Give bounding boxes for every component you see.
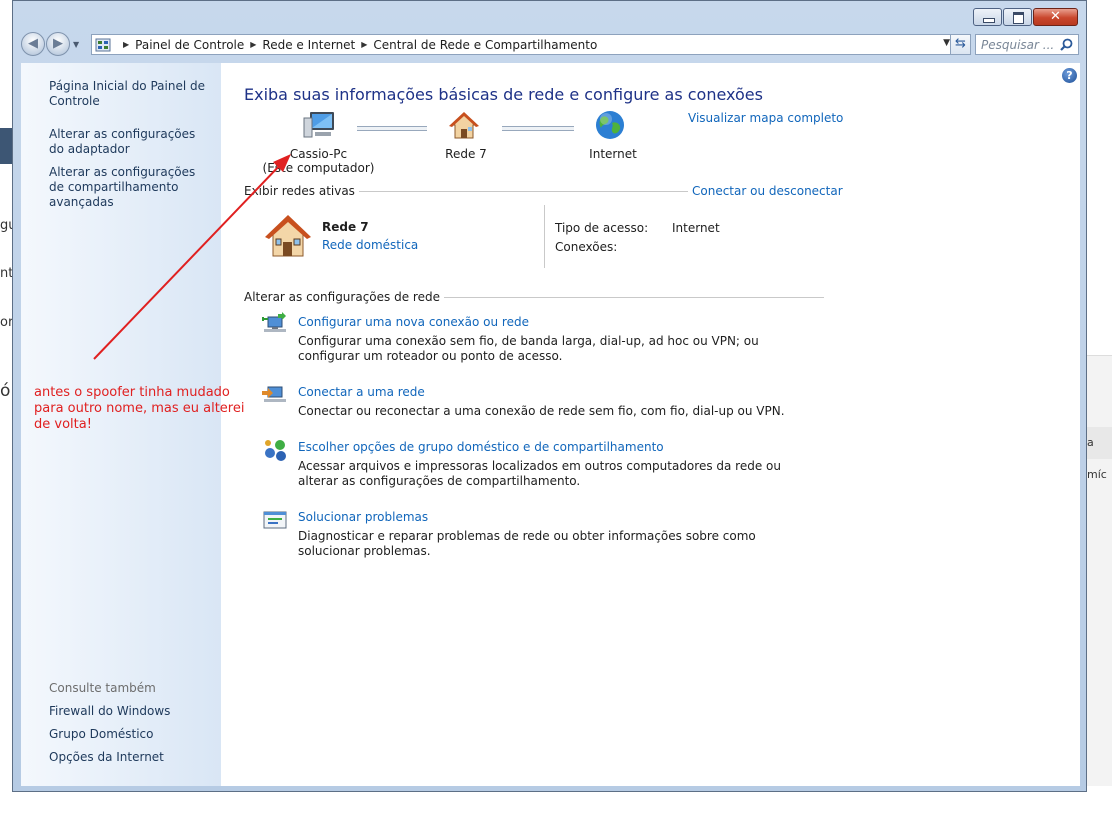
task-homegroup-desc: Acessar arquivos e impressoras localizad… [298, 459, 781, 488]
sidebar-link-adapter-settings[interactable]: Alterar as configurações do adaptador [49, 127, 214, 157]
page-title: Exiba suas informações básicas de rede e… [244, 85, 763, 104]
forward-arrow-icon: ▶ [53, 36, 63, 51]
computer-subtitle: (Este computador) [262, 161, 375, 175]
home-network-large-icon [265, 215, 311, 257]
task-homegroup-link[interactable]: Escolher opções de grupo doméstico e de … [298, 440, 664, 454]
see-also-firewall[interactable]: Firewall do Windows [49, 704, 214, 719]
search-input[interactable]: Pesquisar ... [975, 34, 1079, 55]
background-text-fragment: a míc [1087, 427, 1112, 481]
background-strip [0, 128, 12, 164]
task-new-connection-link[interactable]: Configurar uma nova conexão ou rede [298, 315, 529, 329]
change-settings-heading: Alterar as configurações de rede [244, 290, 444, 304]
task-new-connection-desc: Configurar uma conexão sem fio, de banda… [298, 334, 759, 363]
computer-name: Cassio-Pc [289, 147, 348, 161]
breadcrumb-separator-icon[interactable]: ▶ [123, 40, 129, 49]
search-icon[interactable] [1060, 38, 1073, 51]
connect-network-icon [262, 386, 286, 402]
see-also-homegroup[interactable]: Grupo Doméstico [49, 727, 214, 742]
minimize-icon [983, 18, 995, 23]
home-network-icon[interactable] [448, 110, 480, 140]
address-dropdown-icon[interactable]: ▼ [943, 38, 950, 48]
computer-node: Cassio-Pc (Este computador) [261, 147, 376, 175]
maximize-icon [1013, 12, 1024, 24]
active-network-name: Rede 7 [322, 220, 369, 234]
homegroup-icon [265, 440, 286, 461]
network-node-label: Rede 7 [445, 147, 487, 161]
annotation-text: antes o spoofer tinha mudado para outro … [34, 385, 245, 432]
troubleshoot-icon [263, 511, 287, 529]
close-icon: ✕ [1050, 9, 1061, 24]
active-networks-heading: Exibir redes ativas [244, 184, 359, 198]
task-connect-network-desc: Conectar ou reconectar a uma conexão de … [298, 404, 785, 418]
task-troubleshoot-link[interactable]: Solucionar problemas [298, 510, 428, 524]
background-text-fragment: ó [0, 381, 11, 401]
see-also-heading: Consulte também [49, 681, 156, 695]
task-connect-network-link[interactable]: Conectar a uma rede [298, 385, 425, 399]
back-arrow-icon: ◀ [28, 36, 38, 51]
full-map-link[interactable]: Visualizar mapa completo [688, 111, 843, 125]
help-icon[interactable]: ? [1062, 68, 1077, 83]
close-button[interactable]: ✕ [1033, 8, 1078, 26]
breadcrumb-network-sharing-center[interactable]: Central de Rede e Compartilhamento [373, 38, 597, 52]
connect-disconnect-link[interactable]: Conectar ou desconectar [688, 184, 843, 198]
access-type-value: Internet [672, 221, 720, 235]
breadcrumb-separator-icon[interactable]: ▶ [250, 40, 256, 49]
new-connection-icon [262, 312, 286, 332]
connections-label: Conexões: [555, 240, 618, 254]
forward-button[interactable]: ▶ [46, 32, 70, 56]
internet-node-label: Internet [589, 147, 637, 161]
sidebar-link-control-panel-home[interactable]: Página Inicial do Painel de Controle [49, 79, 214, 109]
refresh-button[interactable]: ⇆ [950, 34, 971, 55]
breadcrumb-separator-icon[interactable]: ▶ [361, 40, 367, 49]
control-panel-icon [95, 38, 111, 51]
address-bar[interactable]: ▶ Painel de Controle ▶ Rede e Internet ▶… [91, 34, 955, 55]
map-connector-line [502, 126, 574, 131]
refresh-icon: ⇆ [955, 36, 966, 51]
internet-globe-icon[interactable] [594, 109, 626, 141]
search-placeholder: Pesquisar ... [981, 38, 1055, 52]
breadcrumb-control-panel[interactable]: Painel de Controle [135, 38, 244, 52]
navigation-buttons: ◀ ▶ ▼ [21, 32, 79, 56]
task-troubleshoot-desc: Diagnosticar e reparar problemas de rede… [298, 529, 756, 558]
see-also-internet-options[interactable]: Opções da Internet [49, 750, 214, 765]
vertical-divider [544, 205, 545, 268]
access-type-label: Tipo de acesso: [555, 221, 649, 235]
background-page-right: a míc [1087, 355, 1112, 786]
recent-pages-dropdown[interactable]: ▼ [73, 40, 79, 49]
map-connector-line [357, 126, 427, 131]
network-type-link[interactable]: Rede doméstica [322, 238, 418, 252]
minimize-button[interactable] [973, 8, 1002, 26]
computer-icon[interactable] [303, 110, 337, 140]
breadcrumb-network-internet[interactable]: Rede e Internet [262, 38, 355, 52]
sidebar-link-sharing-settings[interactable]: Alterar as configurações de compartilham… [49, 165, 214, 210]
caption-buttons: ✕ [972, 8, 1078, 26]
maximize-button[interactable] [1003, 8, 1032, 26]
back-button[interactable]: ◀ [21, 32, 45, 56]
main-content: ? Exiba suas informações básicas de rede… [221, 63, 1080, 786]
